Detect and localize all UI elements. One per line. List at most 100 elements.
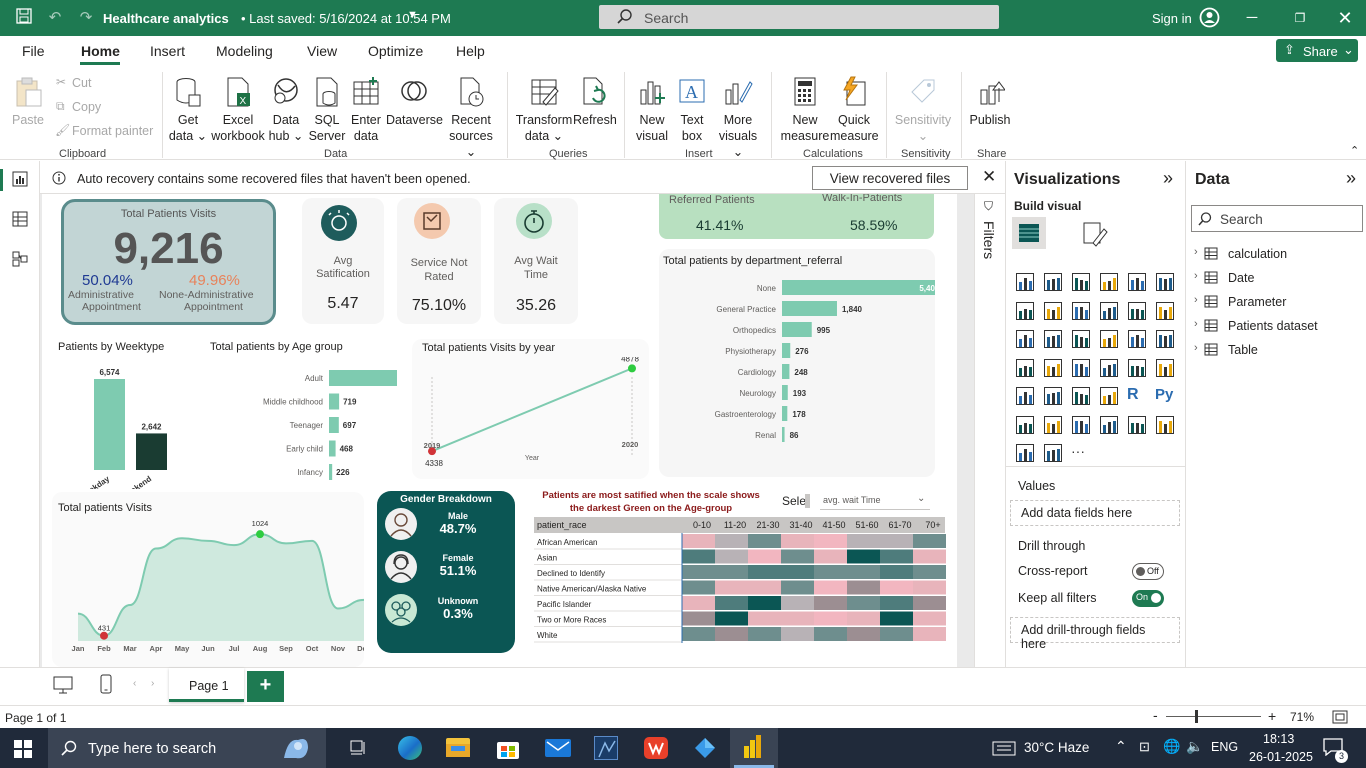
add-page-button[interactable]: + <box>247 671 284 702</box>
close-icon[interactable]: ✕ <box>982 167 996 187</box>
transform-data-button[interactable]: Transform data ⌄ <box>515 76 573 144</box>
stacked-area-icon[interactable] <box>1071 301 1091 321</box>
mobile-layout-icon[interactable] <box>100 674 112 694</box>
age-group-chart[interactable]: Total patients by Age group Adult7,106Mi… <box>197 339 397 489</box>
filters-pane-collapsed[interactable]: ⛉ Filters <box>974 194 1005 667</box>
matrix-icon[interactable] <box>1099 386 1119 406</box>
collapse-pane-icon[interactable]: » <box>1163 168 1173 189</box>
department-referral-chart[interactable]: Total patients by department_referral No… <box>659 249 935 477</box>
data-table-item[interactable]: › calculation <box>1194 245 1359 265</box>
pie-icon[interactable] <box>1099 329 1119 349</box>
data-table-item[interactable]: › Patients dataset <box>1194 317 1359 337</box>
quick-measure-button[interactable]: Quick measure <box>830 76 879 144</box>
publish-button[interactable]: Publish <box>968 76 1012 128</box>
keep-filters-toggle[interactable]: On <box>1132 590 1164 607</box>
table-view-icon[interactable] <box>12 211 28 227</box>
power-automate-icon[interactable] <box>1043 443 1063 463</box>
total-visits-card[interactable]: Total Patients Visits 9,216 50.04% 49.96… <box>61 199 276 325</box>
maximize-icon[interactable]: ❐ <box>1290 8 1310 28</box>
excel-workbook-button[interactable]: X Excel workbook <box>209 76 267 144</box>
goals-icon[interactable] <box>1127 415 1147 435</box>
monthly-visits-chart[interactable]: Total patients Visits Jan Feb 431 Mar Apr May… <box>52 492 364 667</box>
task-view-icon[interactable] <box>350 740 368 756</box>
sensitivity-button[interactable]: Sensitivity ⌄ <box>893 76 953 144</box>
cut-button[interactable]: Cut <box>72 76 91 90</box>
ribbon-icon[interactable] <box>1155 301 1175 321</box>
taskbar-search-box[interactable]: Type here to search <box>48 728 326 768</box>
referral-split-card[interactable]: Referred Patients Walk-In-Patients 41.41… <box>659 194 934 239</box>
account-icon[interactable] <box>1199 7 1220 28</box>
stacked-bar-icon[interactable] <box>1015 272 1035 292</box>
app-icon[interactable] <box>594 736 618 760</box>
map-icon[interactable] <box>1015 358 1035 378</box>
fit-to-page-icon[interactable] <box>1332 710 1348 724</box>
data-table-item[interactable]: › Date <box>1194 269 1359 289</box>
zoom-slider-thumb[interactable] <box>1195 710 1198 723</box>
scatter-icon[interactable] <box>1071 329 1091 349</box>
windows-start-icon[interactable] <box>14 740 32 758</box>
menu-help[interactable]: Help <box>456 43 485 59</box>
text-box-button[interactable]: A Text box <box>674 76 710 144</box>
paste-button[interactable]: Paste <box>8 76 48 128</box>
search-box[interactable]: Search <box>599 5 999 29</box>
kpi-card-service-not-rated[interactable]: Service Not Rated 75.10% <box>397 198 481 324</box>
line-icon[interactable] <box>1015 301 1035 321</box>
desktop-layout-icon[interactable] <box>53 676 73 694</box>
zoom-out-icon[interactable]: - <box>1153 707 1158 723</box>
kpi-card-satisfaction[interactable]: Avg Satification 5.47 <box>302 198 384 324</box>
kpi-card-wait-time[interactable]: Avg Wait Time 35.26 <box>494 198 578 324</box>
waterfall-icon[interactable] <box>1015 329 1035 349</box>
table-icon[interactable] <box>1071 386 1091 406</box>
filled-map-icon[interactable] <box>1043 358 1063 378</box>
collapse-ribbon-icon[interactable]: ⌃ <box>1350 144 1359 157</box>
model-view-icon[interactable] <box>12 251 28 267</box>
weather-icon[interactable] <box>992 741 1016 756</box>
get-data-button[interactable]: Get data ⌄ <box>168 76 208 144</box>
collapse-pane-icon[interactable]: » <box>1346 168 1356 189</box>
slicer-icon[interactable] <box>1043 386 1063 406</box>
enter-data-button[interactable]: Enter data <box>348 76 384 144</box>
menu-optimize[interactable]: Optimize <box>368 43 423 59</box>
network-icon[interactable]: 🌐 <box>1163 738 1180 755</box>
line-clustered-column-icon[interactable] <box>1127 301 1147 321</box>
donut-icon[interactable] <box>1127 329 1147 349</box>
slicer-scrollbar[interactable] <box>805 494 810 508</box>
microsoft-store-icon[interactable] <box>497 737 519 759</box>
page-tab-1[interactable]: Page 1 <box>169 668 244 702</box>
menu-modeling[interactable]: Modeling <box>216 43 273 59</box>
area-icon[interactable] <box>1043 301 1063 321</box>
multi-row-card-icon[interactable] <box>1155 358 1175 378</box>
menu-home[interactable]: Home <box>81 43 120 59</box>
key-influencers-icon[interactable] <box>1015 415 1035 435</box>
weather-text[interactable]: 30°C Haze <box>1024 740 1089 755</box>
close-icon[interactable]: ✕ <box>1335 8 1355 28</box>
new-visual-button[interactable]: New visual <box>634 76 670 144</box>
clock-time[interactable]: 18:13 <box>1263 732 1294 746</box>
drill-through-drop-field[interactable]: Add drill-through fields here <box>1010 617 1180 651</box>
scroll-left-icon[interactable]: ‹ <box>133 678 136 689</box>
100pct-bar-icon[interactable] <box>1127 272 1147 292</box>
gender-breakdown-card[interactable]: Gender Breakdown Male 48.7% Female 51.1%… <box>377 491 515 653</box>
menu-file[interactable]: File <box>22 43 45 59</box>
zoom-in-icon[interactable]: + <box>1268 708 1276 724</box>
dataverse-button[interactable]: Dataverse <box>386 76 443 128</box>
copy-button[interactable]: Copy <box>72 100 101 114</box>
weektype-chart[interactable]: Patients by Weektype 6,574 Weekday 2,642 We… <box>54 339 184 489</box>
sign-in-link[interactable]: Sign in <box>1152 11 1192 26</box>
100pct-column-icon[interactable] <box>1155 272 1175 292</box>
data-hub-button[interactable]: Data hub ⌄ <box>268 76 304 144</box>
card-icon[interactable] <box>1127 358 1147 378</box>
smart-narrative-icon[interactable] <box>1099 415 1119 435</box>
python-visual-icon[interactable]: Py <box>1155 386 1175 406</box>
report-view-icon[interactable] <box>12 171 28 187</box>
r-visual-icon[interactable]: R <box>1127 386 1147 406</box>
recent-sources-button[interactable]: Recent sources ⌄ <box>444 76 498 160</box>
app-diamond-icon[interactable] <box>693 736 717 760</box>
data-table-item[interactable]: › Parameter <box>1194 293 1359 313</box>
power-bi-taskbar-icon[interactable] <box>730 728 778 768</box>
zoom-slider[interactable] <box>1166 716 1261 717</box>
kpi-icon[interactable] <box>1015 386 1035 406</box>
treemap-icon[interactable] <box>1155 329 1175 349</box>
save-icon[interactable] <box>14 8 34 28</box>
visits-by-year-chart[interactable]: Total patients Visits by year 4338 2019 48… <box>412 339 649 479</box>
